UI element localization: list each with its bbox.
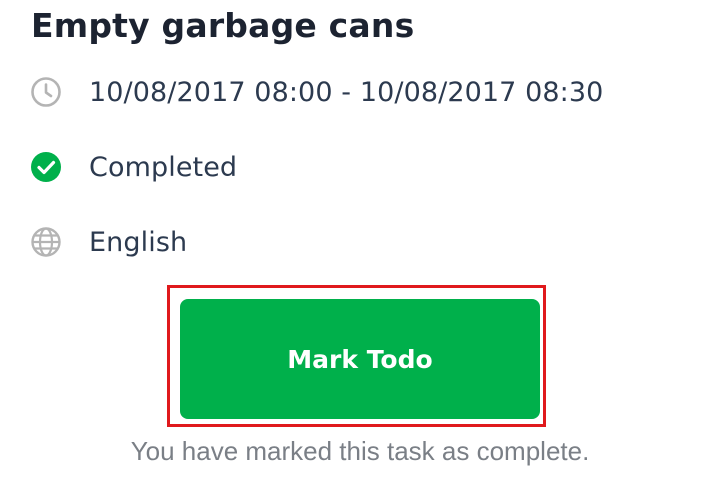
task-language: English: [89, 226, 188, 258]
task-title: Empty garbage cans: [31, 6, 415, 45]
check-circle-icon: [30, 151, 62, 183]
task-language-row: English: [30, 225, 187, 259]
globe-icon: [30, 226, 62, 258]
task-status: Completed: [89, 151, 238, 183]
mark-todo-button[interactable]: Mark Todo: [180, 299, 540, 419]
clock-icon: [30, 76, 62, 108]
task-time-row: 10/08/2017 08:00 - 10/08/2017 08:30: [30, 75, 603, 109]
completion-note: You have marked this task as complete.: [130, 436, 590, 466]
task-time-range: 10/08/2017 08:00 - 10/08/2017 08:30: [89, 76, 604, 108]
task-status-row: Completed: [30, 150, 237, 184]
